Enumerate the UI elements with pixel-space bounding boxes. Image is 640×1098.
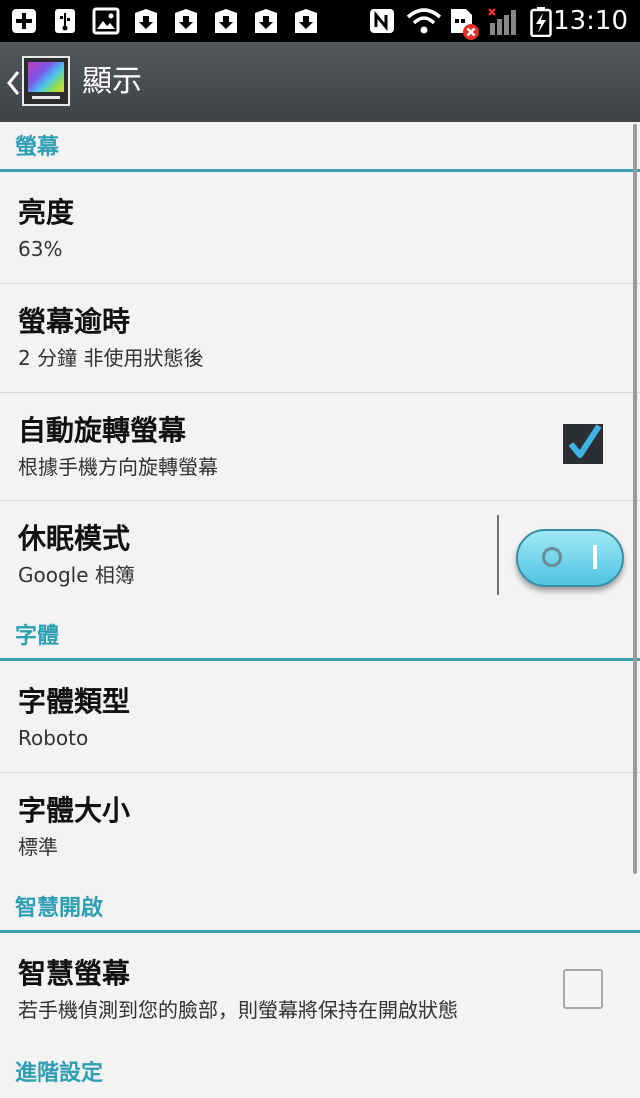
action-bar: 顯示 xyxy=(0,42,640,122)
download-icon xyxy=(252,7,280,39)
setting-title: 休眠模式 xyxy=(18,522,131,555)
status-time: 13:10 xyxy=(553,6,628,36)
checkmark-icon xyxy=(568,424,602,458)
download-icon xyxy=(212,7,240,39)
settings-list: 螢幕 亮度 63% 螢幕逾時 2 分鐘 非使用狀態後 自動旋轉螢幕 根據手機方向… xyxy=(0,122,640,1086)
divider xyxy=(497,515,499,595)
daydream-toggle[interactable] xyxy=(516,529,624,587)
setting-summary: Roboto xyxy=(18,726,89,750)
up-navigation[interactable] xyxy=(0,42,78,122)
section-header-label: 字體 xyxy=(15,624,60,649)
smart-screen-checkbox[interactable] xyxy=(563,969,603,1009)
download-icon xyxy=(172,7,200,39)
status-bar: 13:10 xyxy=(0,0,640,42)
nfc-icon xyxy=(368,7,396,39)
setting-title: 自動旋轉螢幕 xyxy=(18,414,187,447)
setting-summary: 若手機偵測到您的臉部，則螢幕將保持在開啟狀態 xyxy=(18,998,458,1022)
scrollbar[interactable] xyxy=(633,124,637,874)
setting-title: 螢幕逾時 xyxy=(18,305,131,338)
download-icon xyxy=(292,7,320,39)
setting-screen-timeout[interactable]: 螢幕逾時 2 分鐘 非使用狀態後 xyxy=(0,284,640,393)
setting-title: 亮度 xyxy=(18,196,75,229)
setting-summary: 2 分鐘 非使用狀態後 xyxy=(18,346,204,370)
setting-title: 字體類型 xyxy=(18,685,131,718)
setting-smart-screen[interactable]: 智慧螢幕 若手機偵測到您的臉部，則螢幕將保持在開啟狀態 xyxy=(0,934,640,1044)
setting-title: 智慧螢幕 xyxy=(18,957,131,990)
display-settings-icon xyxy=(22,56,70,106)
section-header-label: 螢幕 xyxy=(15,135,60,160)
section-header-font: 字體 xyxy=(0,611,640,661)
wifi-icon xyxy=(406,7,442,39)
add-icon xyxy=(10,7,38,39)
usb-icon xyxy=(52,7,78,39)
section-header-label: 進階設定 xyxy=(15,1061,104,1086)
section-header-smart-on: 智慧開啟 xyxy=(0,883,640,933)
setting-summary: 63% xyxy=(18,237,63,261)
toggle-off-mark xyxy=(542,547,562,567)
section-header-screen: 螢幕 xyxy=(0,122,640,172)
sim-error-icon xyxy=(448,7,482,45)
auto-rotate-checkbox[interactable] xyxy=(563,424,603,464)
setting-title: 字體大小 xyxy=(18,794,131,827)
setting-font-type[interactable]: 字體類型 Roboto xyxy=(0,662,640,773)
signal-icon xyxy=(486,7,522,41)
chevron-left-icon xyxy=(7,71,20,95)
setting-summary: Google 相簿 xyxy=(18,563,135,587)
image-icon xyxy=(92,7,120,39)
battery-charging-icon xyxy=(530,7,552,41)
section-header-advanced: 進階設定 xyxy=(0,1048,640,1098)
page-title: 顯示 xyxy=(82,64,142,99)
setting-summary: 標準 xyxy=(18,835,58,859)
toggle-on-mark xyxy=(593,545,597,569)
setting-daydream[interactable]: 休眠模式 Google 相簿 xyxy=(0,501,640,611)
section-header-label: 智慧開啟 xyxy=(15,896,104,921)
download-icon xyxy=(132,7,160,39)
setting-font-size[interactable]: 字體大小 標準 xyxy=(0,773,640,883)
setting-summary: 根據手機方向旋轉螢幕 xyxy=(18,455,218,479)
setting-auto-rotate[interactable]: 自動旋轉螢幕 根據手機方向旋轉螢幕 xyxy=(0,393,640,501)
setting-brightness[interactable]: 亮度 63% xyxy=(0,173,640,284)
